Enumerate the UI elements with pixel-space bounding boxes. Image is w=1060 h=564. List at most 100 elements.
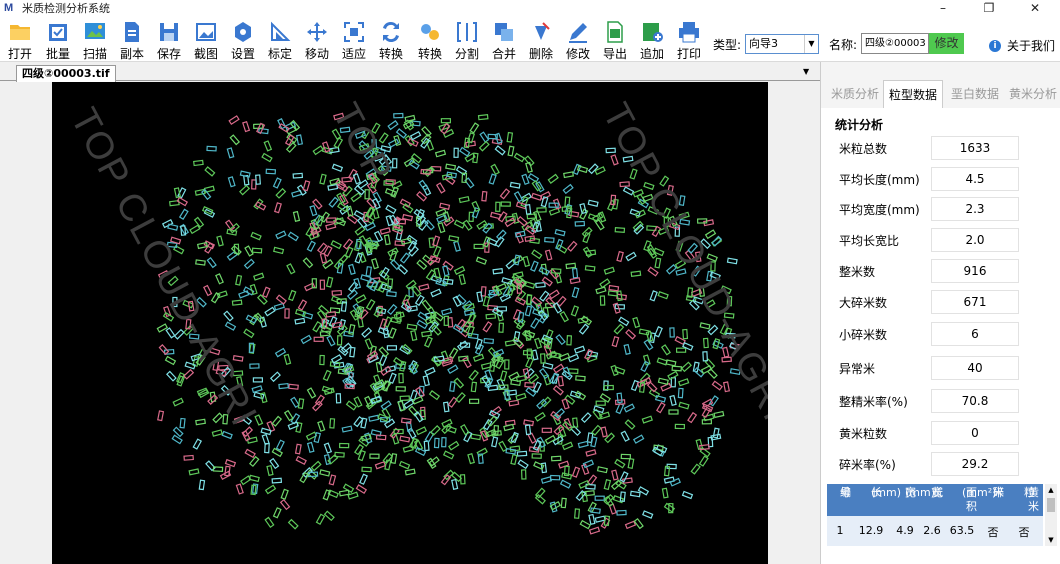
watermark-text: TOP CLOUD-AGRI (62, 102, 265, 434)
col-header-yellow: 黄米粒 (1024, 486, 1039, 513)
stat-row: 平均长宽比 2.0 (839, 228, 1039, 252)
screenshot-button[interactable]: 截图 (188, 18, 224, 62)
stat-label: 碎米率(%) (839, 458, 896, 472)
screenshot-icon (196, 23, 216, 41)
type-select[interactable]: 向导3 ▼ (745, 34, 819, 54)
batch-icon (49, 24, 67, 41)
merge-button[interactable]: 合并 (486, 18, 522, 62)
rice-image-canvas[interactable]: TOP CLOUD-AGRI TOP TOP CLOUD-AGRI (52, 82, 768, 564)
stat-label: 平均宽度(mm) (839, 203, 920, 217)
move-icon (307, 22, 327, 42)
merge-icon (495, 23, 513, 41)
stat-value: 40 (931, 356, 1019, 380)
convert-button[interactable]: 转换 (373, 18, 409, 62)
type-label: 类型: (713, 38, 742, 52)
move-button[interactable]: 移动 (299, 18, 335, 62)
stat-row: 平均长度(mm) 4.5 (839, 167, 1039, 191)
table-cell: 2.6 (923, 524, 941, 537)
stat-label: 小碎米数 (839, 328, 888, 342)
table-cell: 63.5 (949, 524, 975, 537)
rice-grain-overlay: TOP CLOUD-AGRI TOP TOP CLOUD-AGRI (62, 97, 768, 535)
copy-icon (125, 22, 139, 42)
stat-value: 70.8 (931, 389, 1019, 413)
stat-row: 异常米 40 (839, 356, 1039, 380)
convert2-button[interactable]: 转换 (412, 18, 448, 62)
document-tabbar: 四级②00003.tif ▼ (0, 63, 820, 82)
tab-list-dropdown-icon[interactable]: ▼ (803, 67, 809, 76)
stat-value: 2.3 (931, 197, 1019, 221)
fit-button[interactable]: 适应 (336, 18, 372, 62)
window-title: 米质检测分析系统 (22, 2, 110, 15)
table-scrollbar[interactable]: ▲ ▼ (1045, 484, 1057, 546)
split-icon (457, 22, 477, 42)
export-icon (607, 21, 623, 43)
open-button[interactable]: 打开 (2, 18, 38, 62)
batch-button[interactable]: 批量 (40, 18, 76, 62)
edit-icon (569, 23, 587, 43)
chevron-down-icon: ▼ (804, 35, 818, 53)
table-row[interactable]: 1 12.9 4.9 2.6 63.5 否 否 (827, 516, 1043, 546)
copy-button[interactable]: 副本 (114, 18, 150, 62)
print-icon (679, 22, 699, 43)
append-button[interactable]: 追加 (634, 18, 670, 62)
stat-value: 4.5 (931, 167, 1019, 191)
stat-label: 整米数 (839, 265, 876, 279)
delete-icon (535, 22, 550, 40)
document-tab[interactable]: 四级②00003.tif (16, 65, 116, 82)
stat-value: 916 (931, 259, 1019, 283)
scan-icon (85, 23, 105, 39)
minimize-button[interactable]: – (920, 0, 966, 16)
about-label: 关于我们 (1007, 39, 1056, 53)
save-icon (160, 23, 178, 41)
stat-row: 整米数 916 (839, 259, 1039, 283)
stat-label: 异常米 (839, 362, 876, 376)
append-icon (643, 23, 663, 42)
tab-yellow-rice[interactable]: 黄米分析 (1003, 80, 1060, 108)
stat-value: 6 (931, 322, 1019, 346)
split-button[interactable]: 分割 (449, 18, 485, 62)
type-select-value: 向导3 (749, 37, 778, 50)
col-header-id: 编号 (840, 486, 851, 499)
folder-icon (10, 25, 30, 40)
tab-chalkiness[interactable]: 垩白数据 (945, 80, 1005, 108)
delete-button[interactable]: 删除 (523, 18, 559, 62)
export-button[interactable]: 导出 (597, 18, 633, 62)
stat-label: 黄米粒数 (839, 427, 888, 441)
close-button[interactable]: ✕ (1012, 0, 1058, 16)
table-cell: 12.9 (858, 524, 884, 537)
stat-label: 平均长度(mm) (839, 173, 920, 187)
stat-value: 29.2 (931, 452, 1019, 476)
stat-row: 小碎米数 6 (839, 322, 1039, 346)
grain-data-table: 编号 长 (mm) 宽 (mm) 长宽 面积 (mm²) 碎米 黄米粒 1 12.9 … (827, 484, 1043, 546)
calibrate-icon (271, 21, 291, 41)
table-cell: 否 (1018, 526, 1030, 539)
modify-name-button[interactable]: 修改 (929, 33, 964, 54)
scroll-up-icon[interactable]: ▲ (1045, 484, 1057, 496)
convert-icon (383, 21, 399, 43)
scroll-thumb[interactable] (1047, 498, 1055, 512)
stat-row: 碎米率(%) 29.2 (839, 452, 1039, 476)
edit-button[interactable]: 修改 (560, 18, 596, 62)
scroll-down-icon[interactable]: ▼ (1045, 534, 1057, 546)
table-header: 编号 长 (mm) 宽 (mm) 长宽 面积 (mm²) 碎米 黄米粒 (827, 484, 1043, 516)
name-input[interactable]: 四级②00003 (861, 33, 929, 54)
col-header-broken: 碎米 (993, 486, 1004, 499)
fit-icon (344, 22, 364, 42)
table-cell: 4.9 (896, 524, 914, 537)
tab-rice-quality[interactable]: 米质分析 (825, 80, 885, 108)
col-header-width: 宽 (mm) (905, 486, 936, 499)
print-button[interactable]: 打印 (671, 18, 707, 62)
maximize-button[interactable]: ❐ (966, 0, 1012, 16)
settings-button[interactable]: 设置 (225, 18, 261, 62)
stat-value: 1633 (931, 136, 1019, 160)
col-header-ratio: 长宽 (932, 486, 943, 499)
scan-button[interactable]: 扫描 (77, 18, 113, 62)
save-button[interactable]: 保存 (151, 18, 187, 62)
info-icon: i (989, 39, 1001, 52)
about-button[interactable]: i 关于我们 (989, 37, 1055, 54)
col-header-area: 面积 (mm²) (962, 486, 997, 513)
calibrate-button[interactable]: 标定 (262, 18, 298, 62)
app-logo: M (4, 2, 14, 14)
tab-grain-shape[interactable]: 粒型数据 (883, 80, 943, 108)
stat-label: 大碎米数 (839, 296, 888, 310)
